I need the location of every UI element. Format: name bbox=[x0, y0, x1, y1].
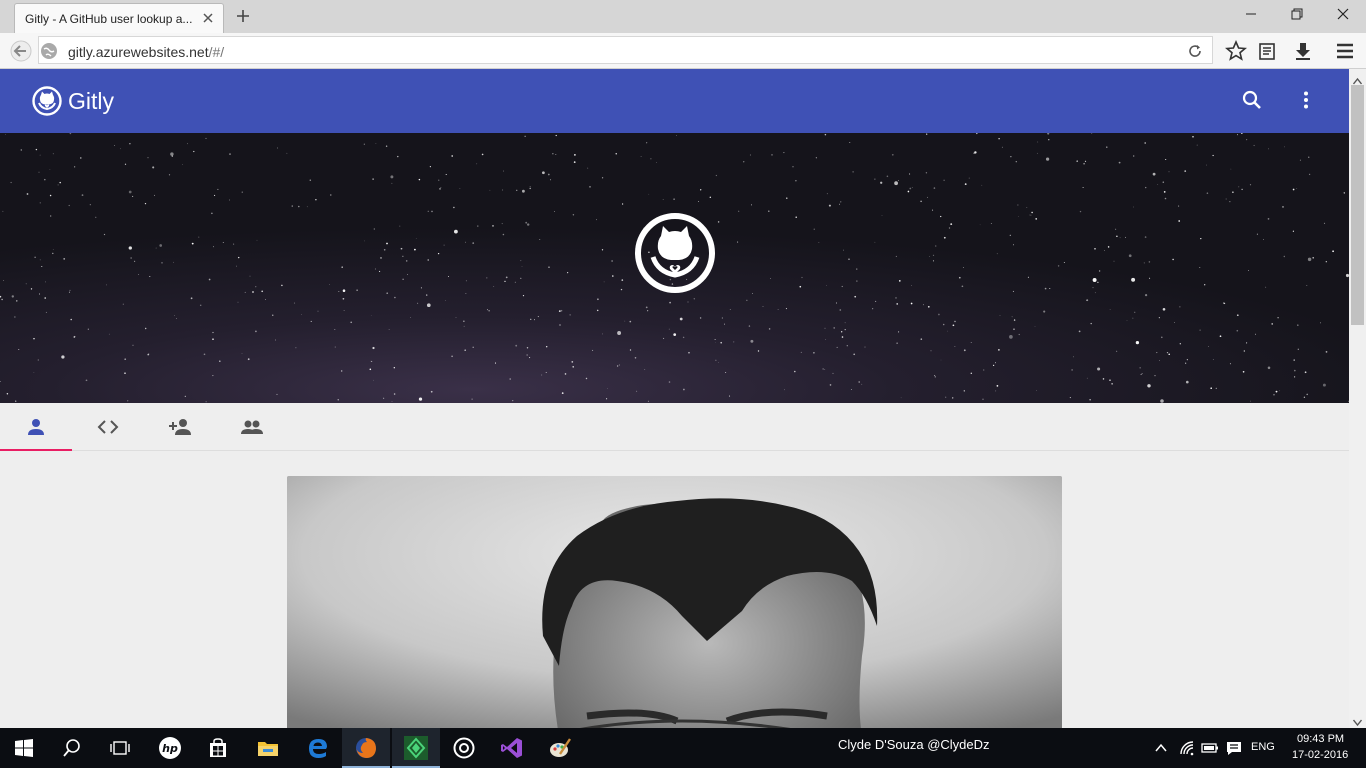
taskbar-center-text: Clyde D'Souza @ClydeDz bbox=[838, 737, 990, 752]
firefox-icon[interactable] bbox=[342, 728, 390, 768]
code-icon bbox=[97, 420, 119, 434]
globe-icon bbox=[40, 42, 58, 60]
edge-browser-icon[interactable] bbox=[294, 728, 342, 768]
paint-icon[interactable] bbox=[536, 728, 584, 768]
reload-icon[interactable] bbox=[1187, 43, 1203, 59]
chevron-up-icon[interactable] bbox=[1152, 739, 1170, 757]
browser-tab[interactable]: Gitly - A GitHub user lookup a... bbox=[14, 3, 224, 33]
github-octocat-heart-icon[interactable] bbox=[32, 86, 62, 116]
browser-navigation-bar: gitly.azurewebsites.net/#/ bbox=[0, 33, 1366, 69]
download-icon[interactable] bbox=[1292, 40, 1314, 62]
tab-repositories[interactable] bbox=[72, 403, 144, 451]
restore-icon[interactable] bbox=[1274, 0, 1320, 30]
person-icon bbox=[28, 419, 44, 435]
page-scrollbar[interactable] bbox=[1349, 69, 1366, 728]
person-add-icon bbox=[169, 419, 191, 435]
scrollbar-thumb[interactable] bbox=[1351, 85, 1364, 325]
scroll-up-arrow-icon[interactable] bbox=[1352, 73, 1363, 85]
battery-icon[interactable] bbox=[1201, 739, 1219, 757]
url-text[interactable]: gitly.azurewebsites.net/#/ bbox=[68, 44, 224, 60]
tab-following[interactable] bbox=[216, 403, 288, 451]
store-icon[interactable] bbox=[194, 728, 242, 768]
wifi-icon[interactable] bbox=[1178, 739, 1196, 757]
input-language[interactable]: ENG bbox=[1251, 741, 1275, 753]
search-icon[interactable] bbox=[1241, 89, 1263, 111]
task-view-icon[interactable] bbox=[96, 728, 144, 768]
menu-hamburger-icon[interactable] bbox=[1334, 40, 1356, 62]
reading-list-icon[interactable] bbox=[1256, 40, 1278, 62]
app-title[interactable]: Gitly bbox=[68, 88, 114, 115]
windows-start-icon[interactable] bbox=[0, 728, 48, 768]
app-toolbar: Gitly bbox=[0, 69, 1349, 133]
browser-tab-title: Gitly - A GitHub user lookup a... bbox=[25, 12, 193, 26]
tab-profile[interactable] bbox=[0, 403, 72, 451]
svg-text:hp: hp bbox=[162, 742, 178, 755]
tab-followers[interactable] bbox=[144, 403, 216, 451]
groove-music-icon[interactable] bbox=[440, 728, 488, 768]
starfield-banner bbox=[0, 133, 1349, 403]
search-icon[interactable] bbox=[48, 728, 96, 768]
profile-tab-bar bbox=[0, 403, 1349, 451]
close-window-icon[interactable] bbox=[1320, 0, 1366, 30]
app-diamond-icon[interactable] bbox=[392, 728, 440, 768]
new-tab-icon[interactable] bbox=[233, 6, 253, 26]
page-viewport: Gitly bbox=[0, 69, 1349, 728]
file-explorer-icon[interactable] bbox=[244, 728, 292, 768]
scroll-down-arrow-icon[interactable] bbox=[1352, 714, 1363, 727]
group-icon bbox=[241, 420, 263, 434]
more-vert-icon[interactable] bbox=[1295, 89, 1317, 111]
visual-studio-icon[interactable] bbox=[488, 728, 536, 768]
profile-avatar-photo bbox=[287, 476, 1062, 728]
windows-taskbar: hp Clyde D'Souza @ClydeDz ENG 09:43 PM 1… bbox=[0, 728, 1366, 768]
minimize-icon[interactable] bbox=[1228, 0, 1274, 30]
bookmark-star-icon[interactable] bbox=[1224, 39, 1248, 62]
browser-tab-strip: Gitly - A GitHub user lookup a... bbox=[0, 0, 1366, 33]
clock-time[interactable]: 09:43 PM bbox=[1297, 733, 1344, 745]
back-arrow-icon[interactable] bbox=[10, 40, 32, 62]
clock-date[interactable]: 17-02-2016 bbox=[1292, 749, 1348, 761]
github-octocat-heart-icon bbox=[634, 212, 716, 294]
hp-icon[interactable]: hp bbox=[146, 728, 194, 768]
close-tab-icon[interactable] bbox=[201, 11, 215, 25]
action-center-icon[interactable] bbox=[1225, 739, 1243, 757]
